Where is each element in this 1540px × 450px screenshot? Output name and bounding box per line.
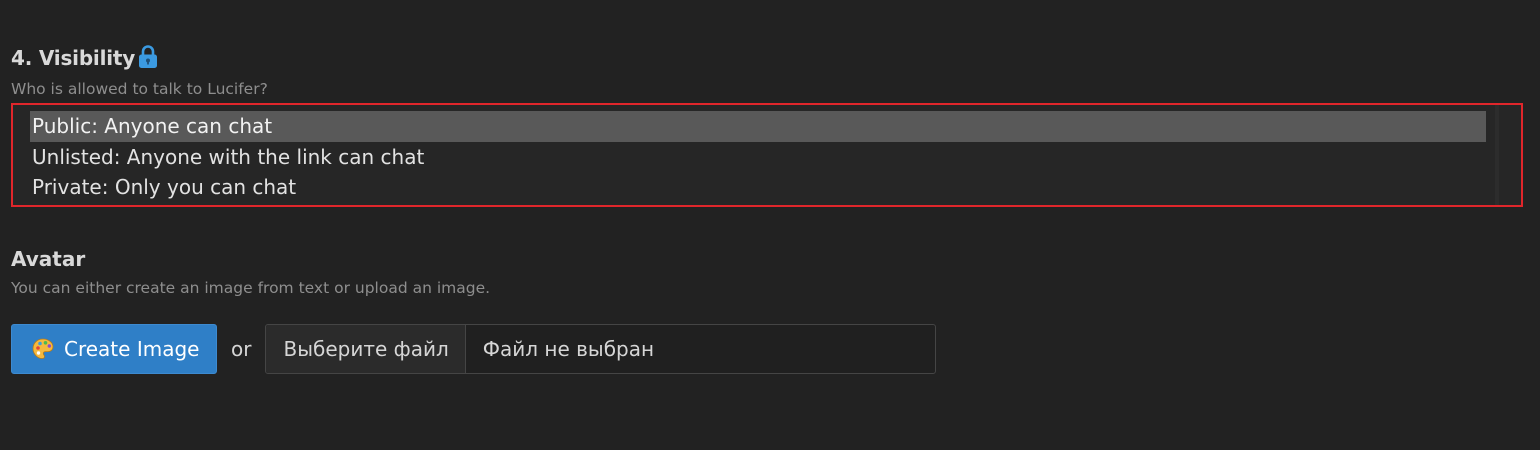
option-unlisted[interactable]: Unlisted: Anyone with the link can chat	[30, 142, 1486, 173]
avatar-subtitle: You can either create an image from text…	[11, 279, 491, 297]
create-image-button[interactable]: Create Image	[11, 324, 217, 374]
visibility-subtitle: Who is allowed to talk to Lucifer?	[11, 80, 268, 98]
visibility-title-row: 4. Visibility	[11, 44, 1531, 72]
choose-file-button[interactable]: Выберите файл	[266, 325, 466, 373]
file-status-text: Файл не выбран	[482, 337, 655, 361]
option-private[interactable]: Private: Only you can chat	[30, 172, 1486, 203]
avatar-title: Avatar	[11, 247, 86, 271]
option-public[interactable]: Public: Anyone can chat	[30, 111, 1486, 142]
visibility-select[interactable]: Public: Anyone can chat Unlisted: Anyone…	[11, 103, 1523, 207]
or-label: or	[231, 337, 252, 361]
page: 4. Visibility Who is allowed to talk to …	[0, 0, 1540, 450]
visibility-options-list[interactable]: Public: Anyone can chat Unlisted: Anyone…	[30, 111, 1486, 203]
listbox-scrollbar[interactable]	[1495, 105, 1499, 205]
avatar-section: Avatar You can either create an image fr…	[11, 245, 1531, 374]
lock-icon	[137, 44, 159, 70]
palette-icon	[31, 337, 55, 361]
file-input[interactable]: Выберите файл Файл не выбран	[265, 324, 937, 374]
create-image-label: Create Image	[64, 337, 200, 361]
avatar-controls: Create Image or Выберите файл Файл не вы…	[11, 324, 937, 374]
visibility-title: 4. Visibility	[11, 46, 136, 70]
visibility-section: 4. Visibility Who is allowed to talk to …	[11, 44, 1531, 207]
